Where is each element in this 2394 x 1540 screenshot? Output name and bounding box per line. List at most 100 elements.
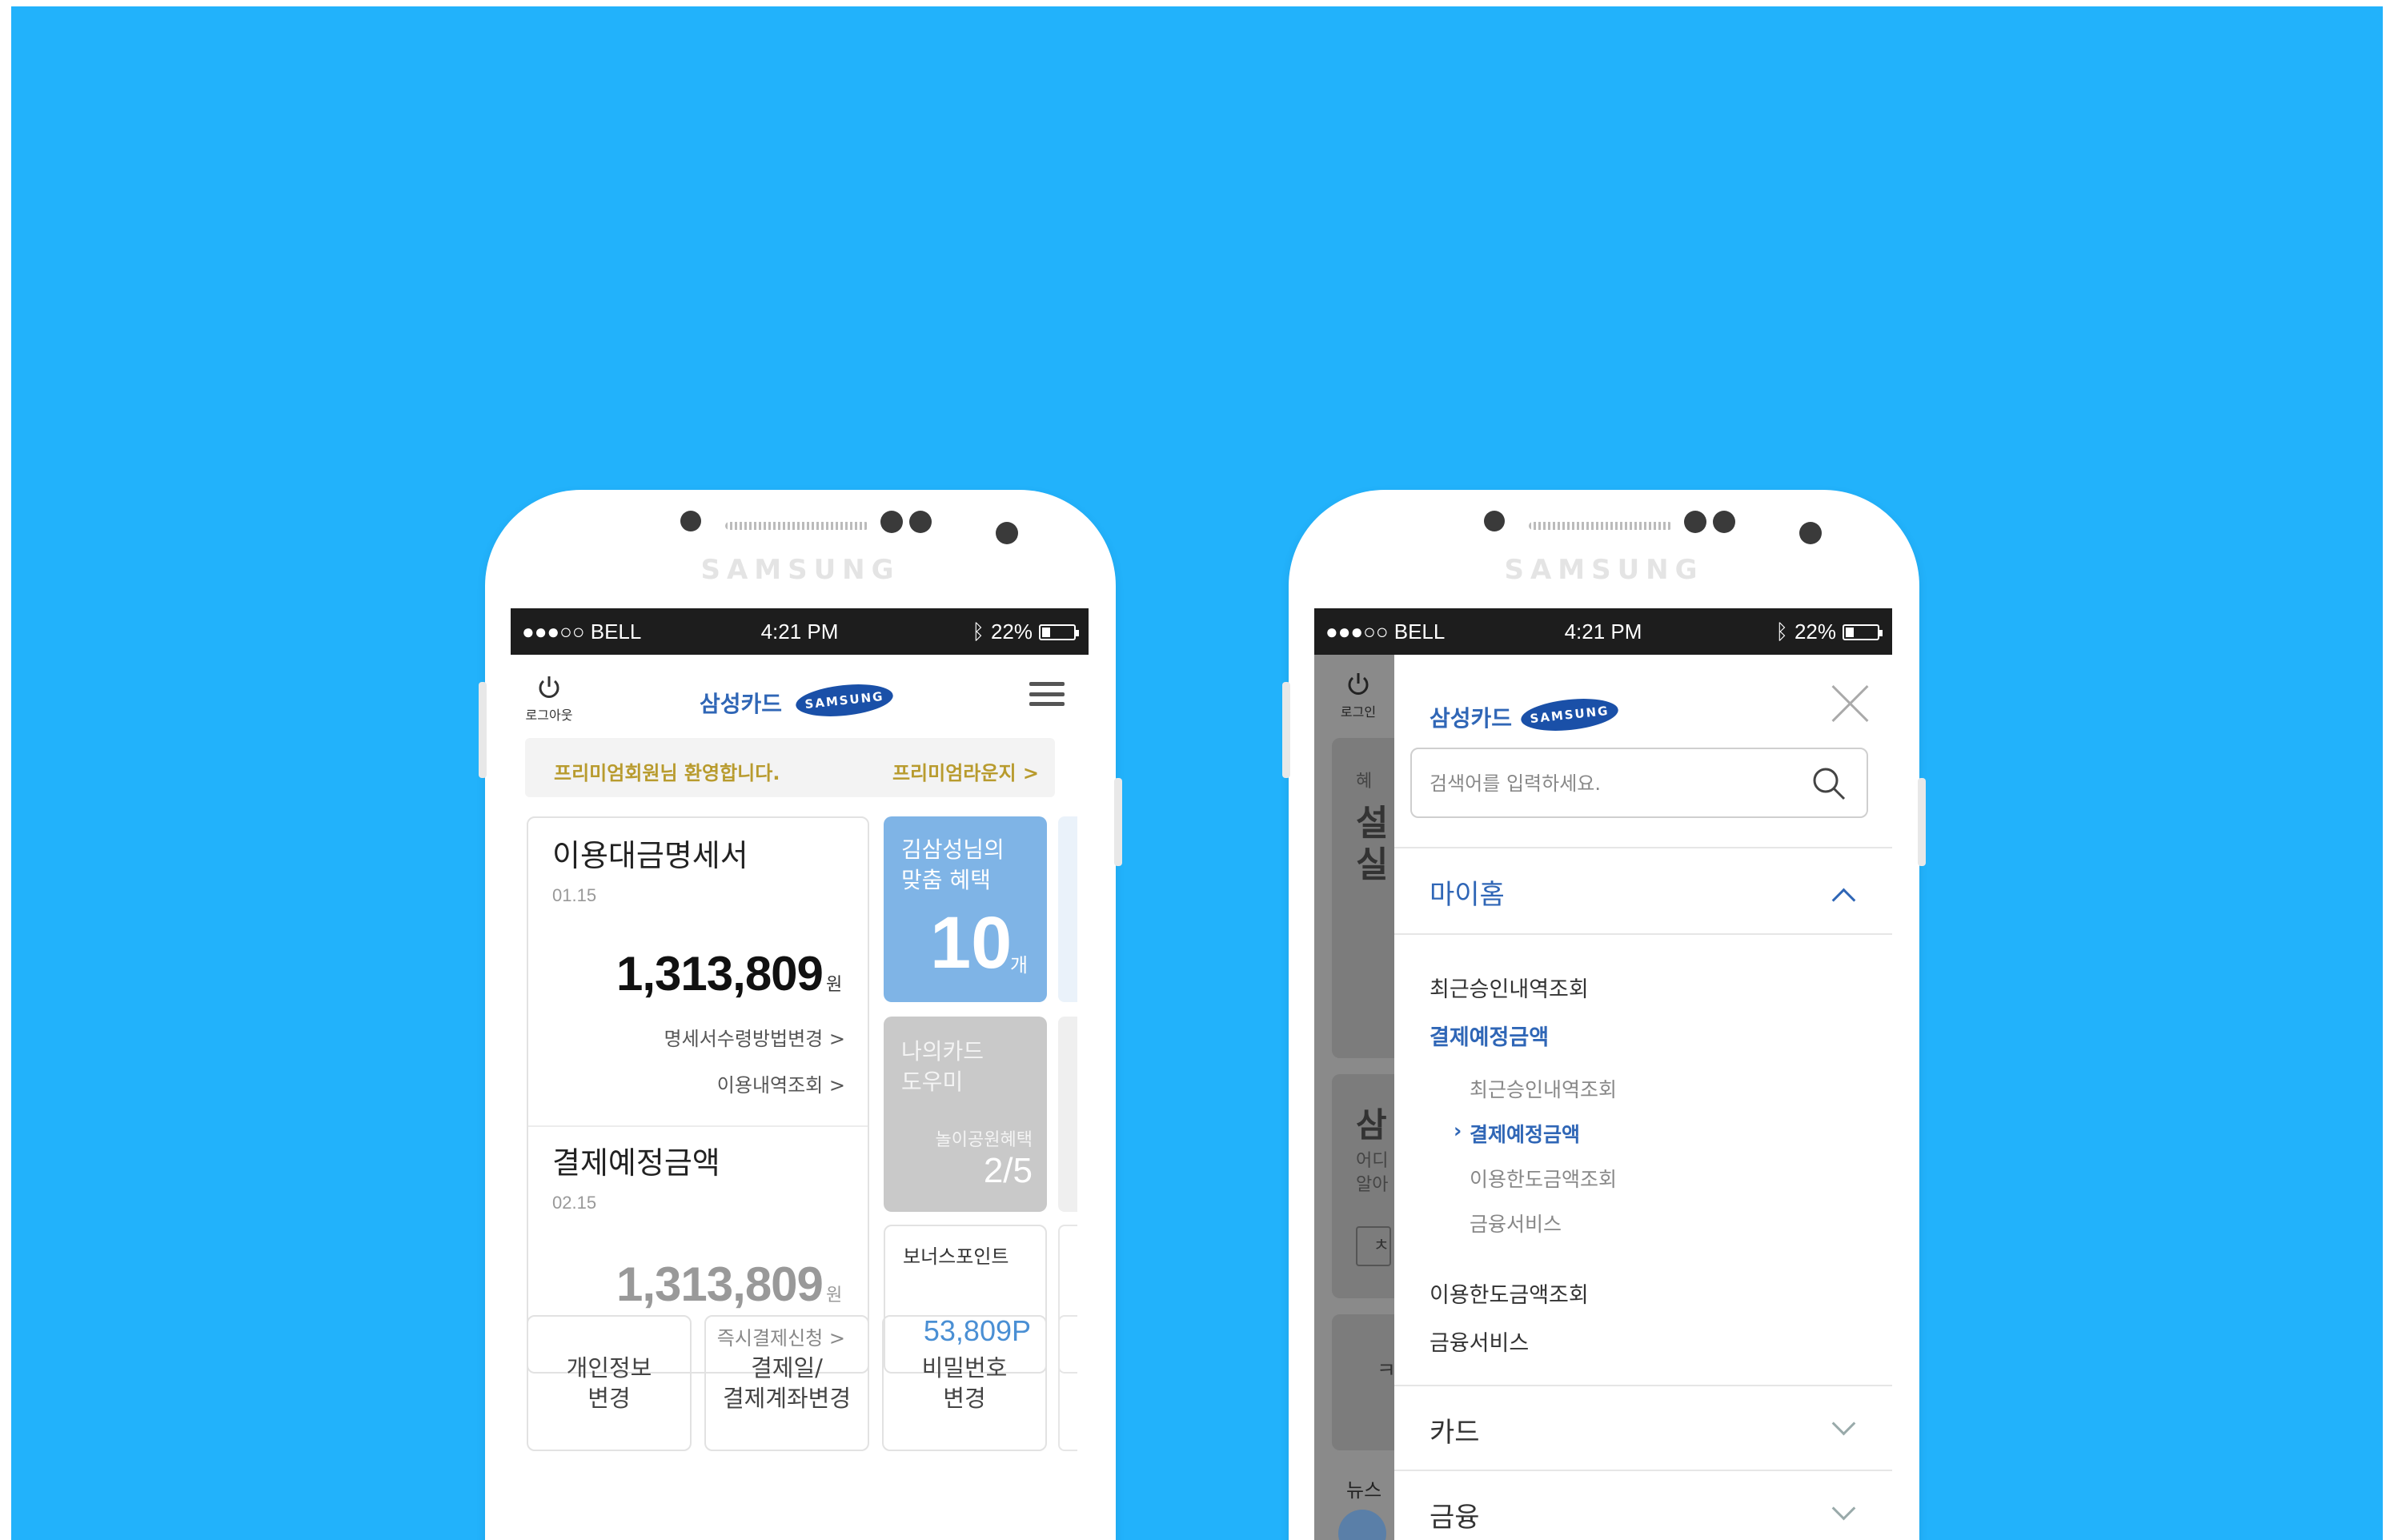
statement-unit: 원: [826, 975, 843, 995]
benefit-count: 10: [930, 902, 1013, 984]
personal-info-button[interactable]: 개인정보변경: [527, 1315, 692, 1451]
chevron-right-icon: ›: [1454, 1119, 1462, 1142]
power-side-button: [1114, 778, 1122, 866]
sensor-icon: [1713, 511, 1735, 533]
power-icon: [1348, 673, 1369, 695]
status-bar: ●●●○○ BELL 4:21 PM ᛒ 22%: [511, 608, 1089, 655]
samsung-logo: SAMSUNG: [794, 680, 895, 721]
payment-unit: 원: [826, 1285, 843, 1305]
bg-text: 뉴스: [1346, 1479, 1382, 1502]
volume-button: [479, 682, 487, 778]
button-line: 결제일/: [751, 1354, 823, 1382]
payment-date: 02.15: [552, 1193, 597, 1213]
phone-brand: SAMSUNG: [1504, 554, 1704, 586]
welcome-message: 프리미엄회원님 환영합니다.: [554, 762, 780, 784]
next-tile-peek: [1058, 1017, 1077, 1212]
submenu-financial-services[interactable]: 금융서비스: [1470, 1209, 1562, 1237]
section-card-title: 카드: [1430, 1417, 1480, 1449]
payment-amount: 1,313,809: [616, 1257, 824, 1311]
bg-text: ㅊ: [1356, 1226, 1391, 1266]
search-icon[interactable]: [1811, 765, 1847, 802]
chevron-down-icon: [1831, 1411, 1856, 1436]
bg-avatar: [1338, 1510, 1386, 1540]
drawer-logo-text: 삼성카드: [1430, 705, 1513, 732]
button-line: 개인정보: [566, 1354, 652, 1382]
benefit-line1: 김삼성님의: [901, 836, 1005, 863]
divider: [528, 1125, 868, 1127]
button-line: 변경: [943, 1385, 986, 1412]
search-input[interactable]: [1428, 765, 1799, 802]
phone-brand: SAMSUNG: [700, 554, 900, 586]
button-line: 결제계좌변경: [722, 1385, 852, 1412]
payment-date-account-button[interactable]: 결제일/결제계좌변경: [704, 1315, 869, 1451]
chevron-up-icon: [1831, 888, 1856, 912]
benefit-line2: 맞춤 혜택: [901, 867, 991, 893]
logout-label: 로그아웃: [525, 708, 573, 723]
phone-right: SAMSUNG ●●●○○ BELL 4:21 PM ᛒ 22% 로그인 혜 설…: [1282, 490, 1926, 1540]
bg-text: ㅋ: [1377, 1359, 1396, 1383]
welcome-banner: 프리미엄회원님 환영합니다. 프리미엄라운지 >: [525, 738, 1055, 797]
button-line: 변경: [587, 1385, 631, 1412]
side-drawer: 삼성카드 SAMSUNG 마이홈: [1394, 655, 1892, 1540]
volume-button: [1282, 682, 1290, 778]
logout-button[interactable]: 로그아웃: [525, 674, 573, 724]
menu-item-credit-limit[interactable]: 이용한도금액조회: [1430, 1277, 1589, 1309]
submenu-recent-approvals[interactable]: 최근승인내역조회: [1470, 1074, 1617, 1103]
battery-percent: 22%: [990, 620, 1033, 644]
menu-item-recent-approvals[interactable]: 최근승인내역조회: [1430, 972, 1589, 1003]
menu-item-financial-services[interactable]: 금융서비스: [1430, 1325, 1529, 1357]
bg-text: 어디: [1356, 1151, 1389, 1171]
power-icon: [539, 676, 559, 698]
search-box: [1410, 748, 1868, 818]
status-right: ᛒ 22%: [972, 620, 1079, 644]
helper-progress: 2/5: [983, 1151, 1033, 1190]
battery-percent: 22%: [1794, 620, 1836, 644]
button-line: 비밀번호: [921, 1354, 1008, 1382]
benefit-tile[interactable]: 김삼성님의 맞춤 혜택 10 개: [884, 816, 1047, 1002]
premium-lounge-link[interactable]: 프리미엄라운지 >: [892, 757, 1039, 785]
login-label: 로그인: [1340, 704, 1377, 720]
status-right: ᛒ 22%: [1775, 620, 1883, 644]
screen: ●●●○○ BELL 4:21 PM ᛒ 22% 로그인 혜 설 실 삼 어디 …: [1314, 608, 1892, 1540]
bg-card: 혜 설 실: [1332, 738, 1404, 1058]
statement-title: 이용대금명세서: [552, 838, 748, 873]
divider: [1394, 847, 1892, 848]
sensor-icon: [909, 511, 932, 533]
sensor-icon: [880, 511, 903, 533]
bg-text: 실: [1356, 844, 1389, 885]
password-change-button[interactable]: 비밀번호변경: [882, 1315, 1047, 1451]
background: SAMSUNG ●●●○○ BELL 4:21 PM ᛒ 22% 로그아웃 삼성…: [11, 6, 2383, 1540]
usage-history-link[interactable]: 이용내역조회 >: [717, 1069, 845, 1097]
power-side-button: [1918, 778, 1926, 866]
benefit-unit: 개: [1010, 954, 1029, 977]
phone-left: SAMSUNG ●●●○○ BELL 4:21 PM ᛒ 22% 로그아웃 삼성…: [479, 490, 1122, 1540]
sensor-icon: [1484, 511, 1505, 531]
front-camera-icon: [996, 522, 1018, 544]
divider: [1394, 933, 1892, 935]
next-tile-peek: [1058, 1315, 1077, 1451]
app-main: 로그인 혜 설 실 삼 어디 알아 ㅊ ㅋ 뉴스 삼성카드 SAMSUNG 검색…: [1314, 655, 1892, 1540]
statement-method-link[interactable]: 명세서수령방법변경 >: [664, 1023, 845, 1051]
chevron-down-icon: [1831, 1496, 1856, 1521]
submenu-credit-limit[interactable]: 이용한도금액조회: [1470, 1164, 1617, 1193]
payment-title: 결제예정금액: [552, 1145, 720, 1181]
hamburger-menu-icon[interactable]: [1029, 682, 1065, 706]
statement-date: 01.15: [552, 885, 597, 905]
login-button[interactable]: 로그인: [1338, 671, 1378, 720]
bonus-label: 보너스포인트: [903, 1245, 1009, 1268]
menu-item-payment-due[interactable]: 결제예정금액: [1430, 1020, 1549, 1051]
section-finance-title: 금융: [1430, 1502, 1480, 1534]
divider: [1394, 1385, 1892, 1386]
bg-card: ㅋ: [1332, 1314, 1404, 1450]
speaker-grille: [725, 522, 869, 530]
close-icon[interactable]: [1830, 684, 1870, 724]
card-helper-tile[interactable]: 나의카드 도우미 놀이공원혜택 2/5: [884, 1017, 1047, 1212]
battery-icon: [1843, 624, 1883, 640]
speaker-grille: [1529, 522, 1673, 530]
helper-sub: 놀이공원혜택: [935, 1130, 1033, 1150]
dimmed-overlay[interactable]: 로그인 혜 설 실 삼 어디 알아 ㅊ ㅋ 뉴스: [1314, 655, 1404, 1540]
next-tile-peek: [1058, 816, 1077, 1002]
status-bar: ●●●○○ BELL 4:21 PM ᛒ 22%: [1314, 608, 1892, 655]
submenu-payment-due[interactable]: 결제예정금액: [1470, 1119, 1580, 1148]
bg-text: 혜: [1356, 772, 1373, 792]
